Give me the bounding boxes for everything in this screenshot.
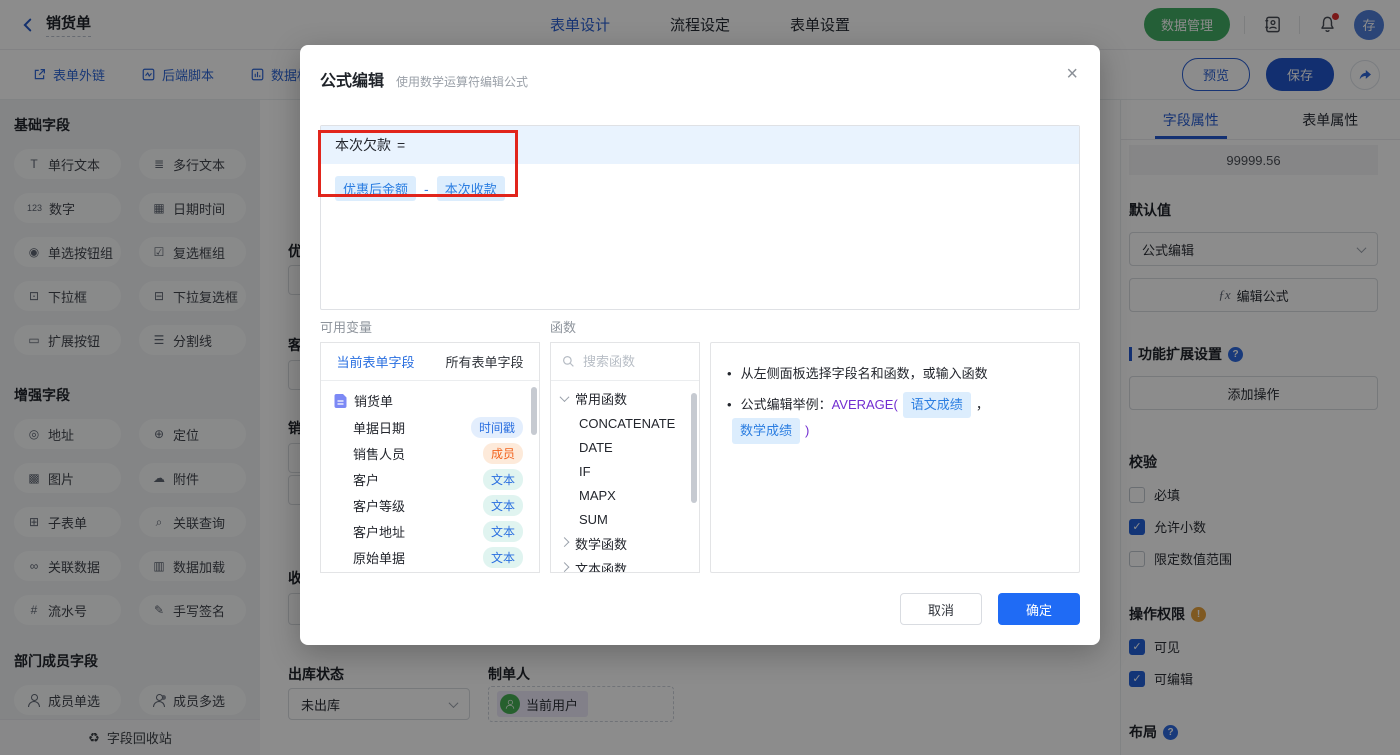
search-icon — [563, 356, 574, 367]
type-badge: 文本 — [482, 546, 523, 568]
formula-expression[interactable]: 优惠后金额 - 本次收款 — [321, 164, 1079, 213]
modal-title: 公式编辑 — [320, 73, 385, 90]
function-item[interactable]: CONCATENATE — [551, 411, 699, 435]
function-item[interactable]: DATE — [551, 435, 699, 459]
function-group-math[interactable]: 数学函数 — [551, 531, 699, 556]
function-item[interactable]: SUM — [551, 507, 699, 531]
type-badge: 时间戳 — [470, 416, 523, 438]
chevron-down-icon — [559, 392, 570, 403]
form-designer-app: 销货单 表单设计 流程设定 表单设置 数据管理 存 表单外链 后端脚本 数据权 … — [0, 0, 1400, 755]
cancel-button[interactable]: 取消 — [900, 593, 982, 625]
scrollbar-thumb[interactable] — [691, 393, 697, 503]
formula-target-row: 本次欠款 = — [321, 126, 1079, 164]
help-tip-2: 公式编辑举例： AVERAGE( 语文成绩 ， 数学成绩 ) — [727, 392, 1063, 444]
search-input[interactable] — [583, 354, 683, 369]
minus-operator: - — [424, 180, 429, 197]
functions-label: 函数 — [550, 320, 577, 335]
variables-label: 可用变量 — [320, 320, 373, 335]
close-icon[interactable]: × — [1066, 63, 1078, 86]
variables-tree-root[interactable]: 销货单 — [321, 387, 539, 414]
help-tip-1: 从左侧面板选择字段名和函数，或输入函数 — [727, 364, 1063, 384]
function-search[interactable] — [551, 343, 699, 381]
variable-row[interactable]: 客户地址 文本 — [321, 518, 539, 544]
type-badge: 文本 — [482, 468, 523, 490]
function-group-common[interactable]: 常用函数 — [551, 386, 699, 411]
example-token: 语文成绩 — [902, 392, 971, 418]
formula-editor[interactable]: 本次欠款 = 优惠后金额 - 本次收款 — [320, 125, 1080, 310]
formula-token-right[interactable]: 本次收款 — [436, 176, 505, 201]
function-item[interactable]: IF — [551, 459, 699, 483]
formula-edit-modal: 公式编辑 使用数学运算符编辑公式 × 本次欠款 = 优惠后金额 - 本次收款 可… — [300, 45, 1100, 645]
formula-token-left[interactable]: 优惠后金额 — [335, 176, 417, 201]
function-name-example: AVERAGE( — [831, 397, 898, 412]
formula-target: 本次欠款 — [335, 137, 391, 153]
modal-subtitle: 使用数学运算符编辑公式 — [396, 75, 529, 89]
chevron-right-icon — [559, 562, 570, 572]
scrollbar-thumb[interactable] — [531, 387, 537, 435]
functions-panel: 常用函数 CONCATENATE DATE IF MAPX SUM 数学函数 文… — [550, 342, 700, 573]
equals-sign: = — [397, 137, 406, 153]
variables-panel: 当前表单字段 所有表单字段 销货单 单据日期 时间戳 销售人员 成员 客户 文本 客户… — [320, 342, 540, 573]
function-item[interactable]: MAPX — [551, 483, 699, 507]
example-token: 数学成绩 — [732, 418, 801, 444]
type-badge: 文本 — [482, 494, 523, 516]
form-doc-icon — [334, 393, 347, 408]
help-panel: 从左侧面板选择字段名和函数，或输入函数 公式编辑举例： AVERAGE( 语文成… — [710, 342, 1080, 573]
variable-row[interactable]: 单据日期 时间戳 — [321, 414, 539, 440]
variable-row[interactable]: 客户 文本 — [321, 466, 539, 492]
type-badge: 成员 — [482, 442, 523, 464]
function-group-text[interactable]: 文本函数 — [551, 556, 699, 572]
type-badge: 文本 — [482, 520, 523, 542]
variable-row[interactable]: 销售人员 成员 — [321, 440, 539, 466]
tab-current-form-fields[interactable]: 当前表单字段 — [321, 343, 430, 380]
tab-all-form-fields[interactable]: 所有表单字段 — [430, 343, 539, 380]
variable-row[interactable]: 客户等级 文本 — [321, 492, 539, 518]
confirm-button[interactable]: 确定 — [998, 593, 1080, 625]
chevron-right-icon — [559, 537, 570, 548]
variable-row[interactable]: 原始单据 文本 — [321, 544, 539, 570]
